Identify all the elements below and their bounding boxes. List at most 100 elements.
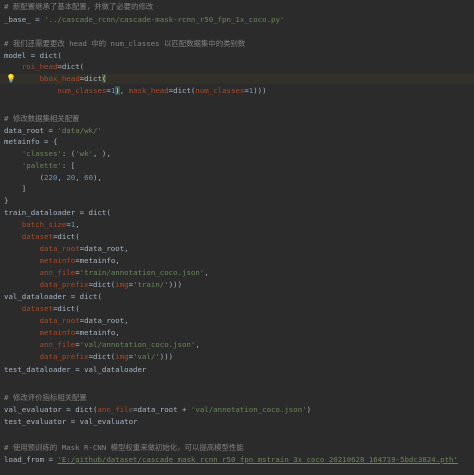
code-line[interactable]: 💡 bbox_head=dict(	[0, 74, 474, 84]
code-line-text: ann_file='val/annotation_coco.json',	[4, 340, 200, 350]
code-line[interactable]: val_dataloader = dict(	[0, 292, 474, 302]
code-line[interactable]: 'palette': [	[0, 161, 474, 171]
code-token: ann_file	[39, 340, 76, 349]
code-token: dict	[39, 51, 58, 60]
code-line[interactable]: data_root=data_root,	[0, 244, 474, 254]
code-token: roi_head	[21, 62, 58, 71]
code-token: )))	[253, 86, 267, 95]
code-line[interactable]: # 使用预训练的 Mask R-CNN 模型权重来做初始化，可以提高模型性能	[0, 443, 474, 453]
code-token: ,	[204, 268, 209, 277]
code-token: : [	[61, 161, 76, 170]
code-token: metainfo	[39, 256, 76, 265]
code-line[interactable]: }	[0, 196, 474, 206]
code-line-text: # 修改评价指标相关配置	[4, 393, 87, 403]
code-line-text: ann_file='train/annotation_coco.json',	[4, 268, 209, 278]
code-line-text: train_dataloader = dict(	[4, 208, 111, 218]
code-line-text: }	[4, 196, 8, 206]
code-token: dataset	[21, 304, 53, 313]
code-token: mask_head	[128, 86, 169, 95]
code-token: data_root =	[4, 126, 58, 135]
code-line[interactable]: num_classes=1), mask_head=dict(num_class…	[0, 86, 474, 96]
code-token: model =	[4, 51, 40, 60]
code-line[interactable]	[0, 28, 474, 38]
code-line-text: data_root=data_root,	[4, 244, 129, 254]
code-line[interactable]: ann_file='train/annotation_coco.json',	[0, 268, 474, 278]
code-token: ann_file	[39, 268, 76, 277]
code-line[interactable]: val_evaluator = dict(ann_file=data_root …	[0, 405, 474, 415]
code-line-text: # 我们还需要更改 head 中的 num_classes 以匹配数据集中的类别…	[4, 39, 245, 49]
code-line[interactable]: _base_ = '../cascade_rcnn/cascade-mask-r…	[0, 15, 474, 25]
code-token: data_root	[39, 244, 80, 253]
code-line[interactable]: metainfo=metainfo,	[0, 328, 474, 338]
code-line-text: val_dataloader = dict(	[4, 292, 102, 302]
code-line[interactable]: load_from = 'E:/github/dataset/cascade_m…	[0, 455, 474, 465]
code-line[interactable]: test_dataloader = val_dataloader	[0, 365, 474, 375]
code-line-text: metainfo=metainfo,	[4, 256, 120, 266]
code-line-text: # 新配置继承了基本配置，并做了必要的修改	[4, 2, 153, 12]
code-token: # 修改数据集相关配置	[4, 114, 80, 123]
code-line-text: data_root=data_root,	[4, 316, 129, 326]
code-line-text: roi_head=dict(	[4, 62, 84, 72]
code-line[interactable]: data_prefix=dict(img='val/')))	[0, 352, 474, 362]
code-line[interactable]: ]	[0, 184, 474, 194]
code-token: =dict	[79, 74, 102, 83]
code-editor[interactable]: # 新配置继承了基本配置，并做了必要的修改 _base_ = '../cascad…	[0, 0, 474, 475]
code-line[interactable]: # 修改评价指标相关配置	[0, 393, 474, 403]
code-token: num_classes	[57, 86, 107, 95]
code-line[interactable]: # 我们还需要更改 head 中的 num_classes 以匹配数据集中的类别…	[0, 39, 474, 49]
code-line[interactable]: (220, 20, 60),	[0, 173, 474, 183]
code-token: 60	[84, 173, 94, 182]
code-line[interactable]: data_root=data_root,	[0, 316, 474, 326]
code-token: }	[4, 196, 9, 205]
code-line[interactable]: metainfo = {	[0, 137, 474, 147]
code-line[interactable]: data_prefix=dict(img='train/')))	[0, 280, 474, 290]
code-token: 'wk'	[75, 149, 94, 158]
code-line[interactable]: dataset=dict(	[0, 304, 474, 314]
code-line-text: metainfo=metainfo,	[4, 328, 120, 338]
code-token: '../cascade_rcnn/cascade-mask-rcnn_r50_f…	[44, 15, 285, 24]
code-token: dataset	[21, 232, 53, 241]
code-line-text: data_root = 'data/wk/'	[4, 126, 102, 136]
code-line[interactable]: model = dict(	[0, 51, 474, 61]
code-token: 'classes'	[21, 149, 62, 158]
code-line-text: 'classes': ('wk', ),	[4, 149, 111, 159]
code-token: # 新配置继承了基本配置，并做了必要的修改	[4, 2, 154, 11]
code-line[interactable]: 'classes': ('wk', ),	[0, 149, 474, 159]
code-line-text: num_classes=1), mask_head=dict(num_class…	[4, 86, 267, 96]
code-token: , ),	[93, 149, 111, 158]
code-line-text: _base_ = '../cascade_rcnn/cascade-mask-r…	[4, 15, 284, 25]
code-line[interactable]: train_dataloader = dict(	[0, 208, 474, 218]
code-line[interactable]: roi_head=dict(	[0, 62, 474, 72]
code-token: 'val/'	[133, 352, 160, 361]
code-token: bbox_head	[39, 74, 80, 83]
code-token: train_dataloader = dict(	[4, 208, 111, 217]
code-line-text: val_evaluator = dict(ann_file=data_root …	[4, 405, 311, 415]
code-token: img	[115, 352, 129, 361]
code-token: val_evaluator = dict(	[4, 405, 98, 414]
code-token: (	[4, 173, 45, 182]
code-token: =metainfo,	[75, 256, 120, 265]
code-line[interactable]: dataset=dict(	[0, 232, 474, 242]
code-line[interactable]: ann_file='val/annotation_coco.json',	[0, 340, 474, 350]
code-line[interactable]	[0, 383, 474, 393]
code-line[interactable]: batch_size=1,	[0, 220, 474, 230]
code-line[interactable]: # 修改数据集相关配置	[0, 114, 474, 124]
code-token: =dict(	[52, 304, 80, 313]
code-line[interactable]: # 新配置继承了基本配置，并做了必要的修改	[0, 2, 474, 12]
code-token: img	[115, 280, 129, 289]
code-token: =dict(	[168, 86, 196, 95]
code-token: # 使用预训练的 Mask R-CNN 模型权重来做初始化，可以提高模型性能	[4, 443, 244, 452]
code-line[interactable]: test_evaluator = val_evaluator	[0, 417, 474, 427]
code-token: ),	[93, 173, 102, 182]
code-token: )	[306, 405, 312, 414]
code-line[interactable]: data_root = 'data/wk/'	[0, 126, 474, 136]
code-token: test_evaluator = val_evaluator	[4, 417, 138, 426]
code-line[interactable]	[0, 104, 474, 114]
code-line[interactable]: metainfo=metainfo,	[0, 256, 474, 266]
